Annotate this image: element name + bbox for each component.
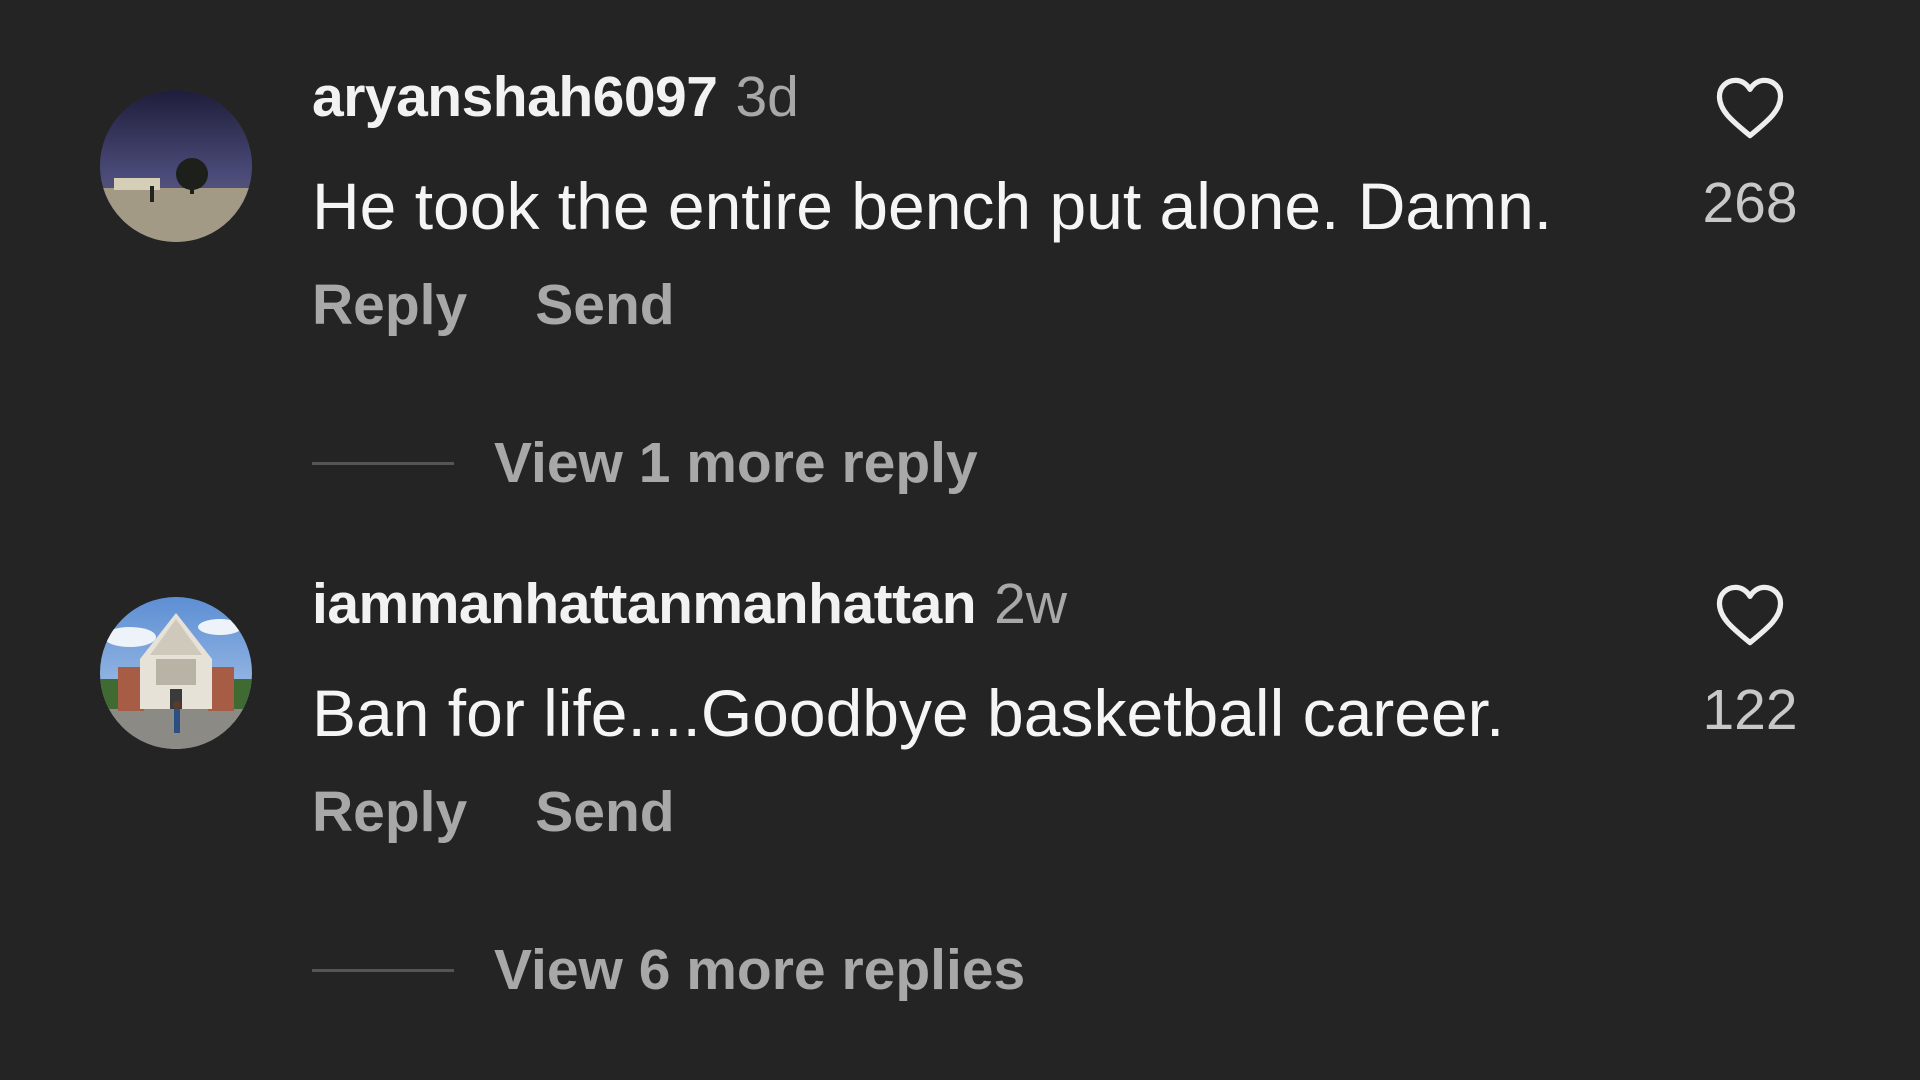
send-button[interactable]: Send [535, 273, 674, 337]
timestamp: 3d [735, 65, 799, 129]
comment-header: aryanshah6097 3d [312, 64, 799, 130]
heart-icon[interactable] [1715, 583, 1785, 647]
comment-text: Ban for life....Goodbye basketball caree… [312, 676, 1505, 750]
comment-text: He took the entire bench put alone. Damn… [312, 169, 1553, 243]
like-count: 122 [1702, 678, 1798, 742]
replies-divider [312, 461, 454, 465]
avatar-image [100, 90, 252, 242]
comments-panel: aryanshah6097 3d He took the entire bench… [0, 0, 1920, 1080]
like-control: 122 [1680, 583, 1820, 743]
view-replies-button[interactable]: View 1 more reply [312, 430, 978, 496]
timestamp: 2w [994, 572, 1067, 636]
comment-actions: Reply Send [312, 272, 743, 338]
send-button[interactable]: Send [535, 780, 674, 844]
avatar[interactable] [100, 597, 252, 749]
avatar-image [100, 597, 252, 749]
like-count: 268 [1702, 171, 1798, 235]
view-replies-label: View 6 more replies [494, 938, 1026, 1002]
replies-divider [312, 968, 454, 972]
like-control: 268 [1680, 76, 1820, 236]
reply-button[interactable]: Reply [312, 780, 467, 844]
reply-button[interactable]: Reply [312, 273, 467, 337]
view-replies-label: View 1 more reply [494, 431, 978, 495]
comment-header: iammanhattanmanhattan 2w [312, 571, 1067, 637]
comment-actions: Reply Send [312, 779, 743, 845]
username[interactable]: iammanhattanmanhattan [312, 572, 977, 636]
avatar[interactable] [100, 90, 252, 242]
view-replies-button[interactable]: View 6 more replies [312, 937, 1025, 1003]
heart-icon[interactable] [1715, 76, 1785, 140]
username[interactable]: aryanshah6097 [312, 65, 718, 129]
